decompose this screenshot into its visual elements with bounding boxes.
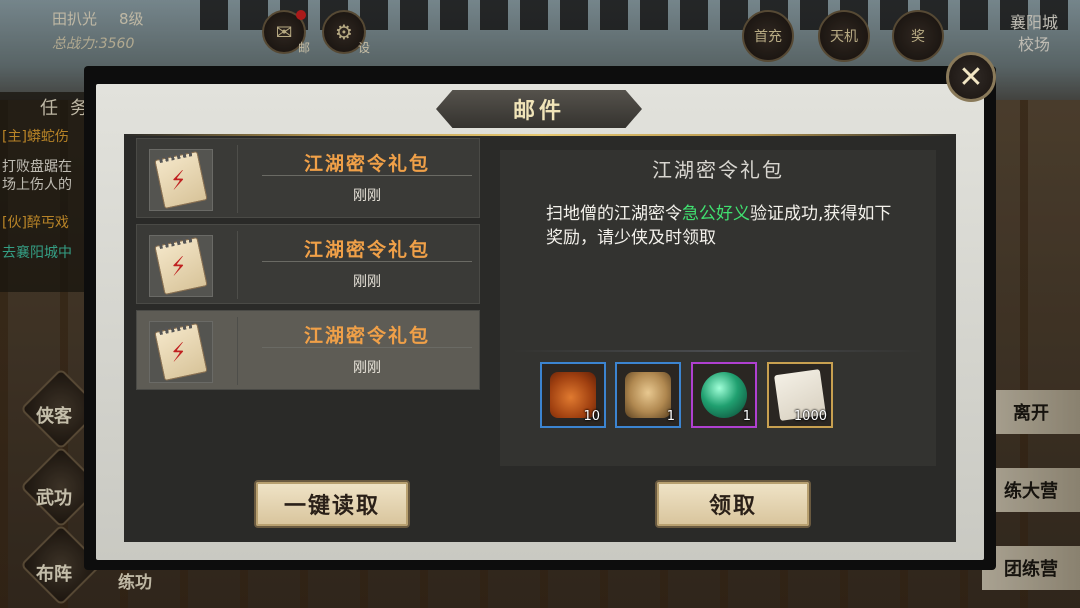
reward-count: 10 <box>583 409 600 424</box>
close-icon: ✕ <box>958 59 984 95</box>
read-all-label: 一键读取 <box>283 494 380 519</box>
reward-item[interactable]: 10 <box>540 362 606 428</box>
mail-item[interactable]: 江湖密令礼包 刚刚 <box>136 138 480 218</box>
mail-item[interactable]: 江湖密令礼包 刚刚 <box>136 224 480 304</box>
reward-item[interactable]: 1 <box>691 362 757 428</box>
mail-item-time: 刚刚 <box>353 274 381 290</box>
mail-list: 江湖密令礼包 刚刚 江湖密令礼包 刚刚 江湖密令礼包 刚刚 <box>136 138 480 398</box>
reward-count: 1 <box>742 409 751 424</box>
mail-item-icon-box <box>149 149 213 211</box>
scroll-letter-icon <box>154 150 208 210</box>
scroll-letter-icon <box>154 322 208 382</box>
jade-orb-icon <box>701 372 747 418</box>
reward-count: 1000 <box>793 409 827 424</box>
claim-label: 领取 <box>708 494 757 519</box>
reward-count: 1 <box>666 409 675 424</box>
mail-detail-body: 扫地僧的江湖密令急公好义验证成功,获得如下奖励，请少侠及时领取 <box>546 202 906 250</box>
mail-detail-body-prefix: 扫地僧的江湖密令 <box>546 204 682 224</box>
divider <box>262 347 472 348</box>
mail-item-title: 江湖密令礼包 <box>303 325 430 347</box>
close-button[interactable]: ✕ <box>946 52 996 102</box>
divider <box>237 231 238 299</box>
modal-title-text: 邮件 <box>512 99 565 124</box>
secret-code-highlight: 急公好义 <box>682 204 750 224</box>
divider <box>262 175 472 176</box>
title-divider <box>124 134 956 136</box>
reward-item[interactable]: 1000 <box>767 362 833 428</box>
divider <box>512 350 924 352</box>
mail-item-time: 刚刚 <box>353 360 381 376</box>
mail-item-time: 刚刚 <box>353 188 381 204</box>
ginseng-root-icon <box>625 372 671 418</box>
modal-title: 邮件 <box>436 90 642 128</box>
mail-item-title: 江湖密令礼包 <box>303 239 430 261</box>
mail-detail-title: 江湖密令礼包 <box>652 158 784 182</box>
divider <box>237 145 238 213</box>
mail-item-selected[interactable]: 江湖密令礼包 刚刚 <box>136 310 480 390</box>
mail-item-title: 江湖密令礼包 <box>303 153 430 175</box>
reward-item[interactable]: 1 <box>615 362 681 428</box>
mail-item-icon-box <box>149 321 213 383</box>
mail-item-icon-box <box>149 235 213 297</box>
divider <box>237 317 238 385</box>
divider <box>262 261 472 262</box>
claim-button[interactable]: 领取 <box>655 480 811 528</box>
scroll-letter-icon <box>154 236 208 296</box>
read-all-button[interactable]: 一键读取 <box>254 480 410 528</box>
